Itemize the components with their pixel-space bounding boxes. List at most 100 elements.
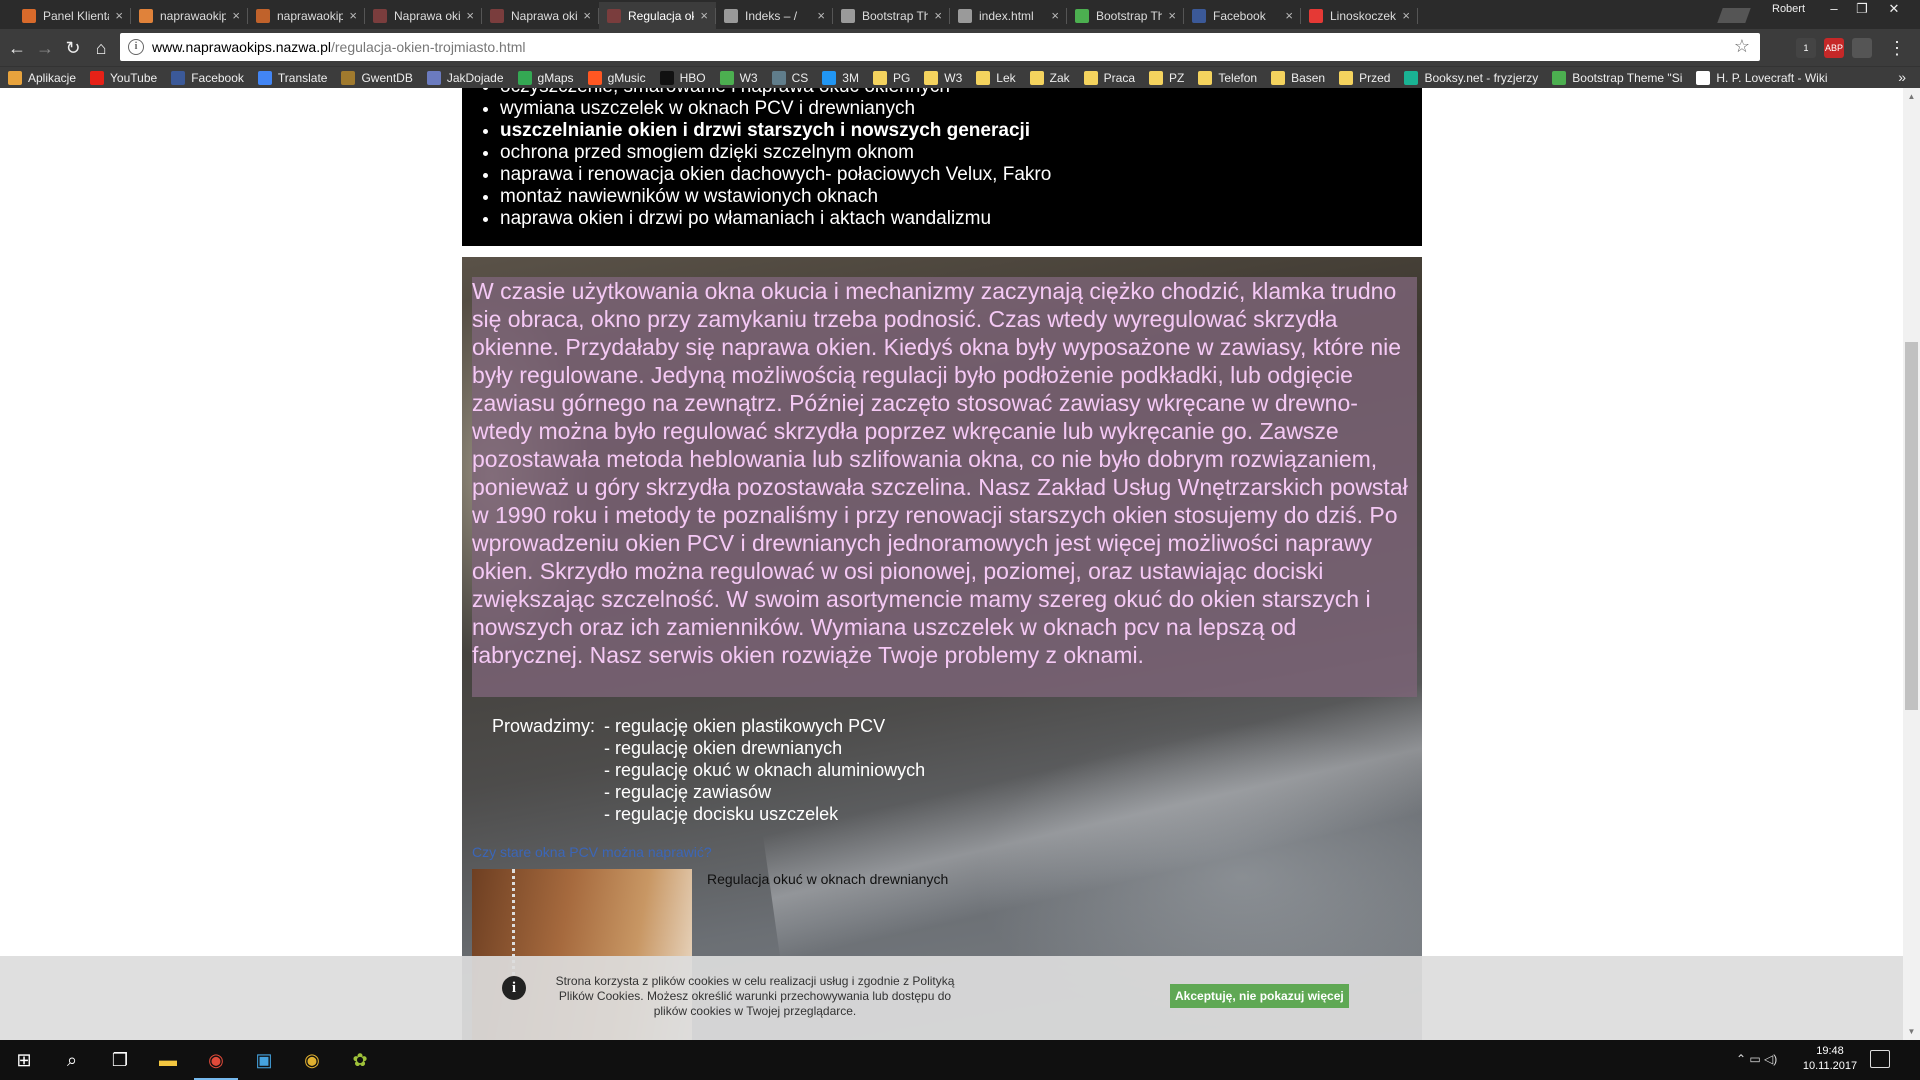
scroll-thumb[interactable] — [1905, 342, 1918, 710]
bookmark-item[interactable]: Facebook — [171, 70, 244, 85]
tab-4[interactable]: Naprawa okien × — [482, 2, 599, 29]
back-icon[interactable]: ← — [4, 35, 30, 61]
bookmark-item[interactable]: Aplikacje — [8, 70, 76, 85]
system-tray-icons[interactable]: ⌃ ▭ ◁) — [1736, 1052, 1777, 1066]
bookmark-label: gMusic — [607, 70, 646, 85]
bookmark-item[interactable]: JakDojade — [426, 70, 504, 85]
tab-close-icon[interactable]: × — [1051, 8, 1059, 23]
notifications-icon[interactable] — [1870, 1050, 1890, 1068]
bookmark-item[interactable]: Bootstrap Theme "Si — [1552, 70, 1682, 85]
close-window-icon[interactable]: ✕ — [1880, 0, 1908, 18]
reload-icon[interactable]: ↻ — [60, 35, 86, 61]
bookmark-item[interactable]: gMaps — [517, 70, 574, 85]
tab-favicon-icon — [1309, 8, 1323, 23]
bookmark-item[interactable]: CS — [771, 70, 808, 85]
offer-item: - regulację docisku uszczelek — [604, 804, 839, 824]
profile-name[interactable]: Robert — [1772, 3, 1805, 15]
bookmark-item[interactable]: PG — [872, 70, 910, 85]
bookmark-item[interactable]: GwentDB — [341, 70, 413, 85]
clock-date: 10.11.2017 — [1802, 1060, 1858, 1072]
tab-6[interactable]: Indeks – / × — [716, 2, 833, 29]
tab-close-icon[interactable]: × — [349, 8, 357, 23]
bookmarks-more-icon[interactable]: » — [1898, 69, 1906, 85]
extension-icon[interactable] — [1852, 38, 1872, 58]
tab-2[interactable]: naprawaokips × — [248, 2, 365, 29]
tab-9[interactable]: Bootstrap Them × — [1067, 2, 1184, 29]
tab-0[interactable]: Panel Klienta - × — [14, 2, 131, 29]
tab-close-icon[interactable]: × — [115, 8, 123, 23]
bookmark-label: Praca — [1103, 70, 1136, 85]
scroll-down-icon[interactable]: ▼ — [1903, 1023, 1920, 1040]
offer-list: - regulację okien plastikowych PCV - regu… — [604, 715, 1004, 825]
faq-link[interactable]: Czy stare okna PCV można naprawić? — [472, 844, 712, 860]
cookie-accept-button[interactable]: Akceptuję, nie pokazuj więcej — [1170, 984, 1349, 1008]
bookmark-item[interactable]: Basen — [1271, 70, 1325, 85]
bookmark-icon — [924, 70, 939, 85]
scrollbar[interactable]: ▲ ▼ — [1903, 88, 1920, 1040]
bookmark-item[interactable]: Lek — [976, 70, 1016, 85]
windows-start-icon[interactable]: ⊞ — [0, 1040, 48, 1080]
bookmark-label: GwentDB — [361, 70, 413, 85]
forward-icon[interactable]: → — [32, 35, 58, 61]
tab-5[interactable]: Regulacja okien × — [599, 2, 716, 29]
bookmark-item[interactable]: Przed — [1339, 70, 1390, 85]
bookmark-item[interactable]: W3 — [719, 70, 758, 85]
clock[interactable]: 19:48 10.11.2017 — [1800, 1044, 1860, 1074]
tab-close-icon[interactable]: × — [232, 8, 240, 23]
bookmark-star-icon[interactable]: ☆ — [1734, 36, 1750, 57]
bookmark-item[interactable]: Zak — [1029, 70, 1070, 85]
maximize-icon[interactable]: ❐ — [1848, 0, 1876, 18]
bookmark-icon — [90, 70, 105, 85]
tab-1[interactable]: naprawaokips × — [131, 2, 248, 29]
tab-7[interactable]: Bootstrap Them × — [833, 2, 950, 29]
bookmark-item[interactable]: HBO — [659, 70, 706, 85]
address-bar[interactable]: i www.naprawaokips.nazwa.pl/regulacja-ok… — [120, 33, 1760, 61]
url-host: www.naprawaokips.nazwa.pl — [152, 39, 331, 55]
bookmark-item[interactable]: gMusic — [587, 70, 646, 85]
minimize-icon[interactable]: – — [1820, 0, 1848, 18]
tab-close-icon[interactable]: × — [817, 8, 825, 23]
site-info-icon[interactable]: i — [128, 39, 144, 55]
tab-close-icon[interactable]: × — [466, 8, 474, 23]
tab-close-icon[interactable]: × — [1285, 8, 1293, 23]
tab-close-icon[interactable]: × — [700, 8, 708, 23]
bookmark-item[interactable]: 3M — [822, 70, 859, 85]
file-explorer-icon[interactable]: ▬ — [144, 1040, 192, 1080]
bookmark-item[interactable]: Booksy.net - fryzjerzy — [1404, 70, 1539, 85]
tab-favicon-icon — [22, 8, 36, 23]
tab-3[interactable]: Naprawa okien × — [365, 2, 482, 29]
tab-close-icon[interactable]: × — [583, 8, 591, 23]
bookmark-label: Translate — [277, 70, 328, 85]
menu-icon[interactable]: ⋮ — [1884, 35, 1910, 61]
tab-close-icon[interactable]: × — [934, 8, 942, 23]
tab-favicon-icon — [139, 8, 153, 23]
bookmark-label: Booksy.net - fryzjerzy — [1424, 70, 1539, 85]
chrome-icon[interactable]: ◉ — [192, 1040, 240, 1080]
intro-paragraph: W czasie użytkowania okna okucia i mecha… — [472, 278, 1408, 668]
tab-label: naprawaokips — [277, 8, 344, 23]
tab-close-icon[interactable]: × — [1402, 8, 1410, 23]
bookmark-item[interactable]: YouTube — [90, 70, 157, 85]
extension-icon[interactable]: ABP — [1824, 38, 1844, 58]
chrome-icon-2[interactable]: ◉ — [288, 1040, 336, 1080]
scroll-up-icon[interactable]: ▲ — [1903, 88, 1920, 105]
tab-close-icon[interactable]: × — [1168, 8, 1176, 23]
home-icon[interactable]: ⌂ — [88, 35, 114, 61]
page-viewport: oczyszczenie, smarowanie i naprawa okuć … — [0, 88, 1903, 1040]
tab-label: Naprawa okien — [394, 8, 461, 23]
new-tab-button[interactable] — [1717, 8, 1751, 23]
tab-11[interactable]: Linoskoczek × — [1301, 2, 1418, 29]
bookmark-item[interactable]: Translate — [257, 70, 328, 85]
app-icon-2[interactable]: ✿ — [336, 1040, 384, 1080]
app-icon[interactable]: ▣ — [240, 1040, 288, 1080]
bookmark-item[interactable]: H. P. Lovecraft - Wiki — [1696, 70, 1828, 85]
bookmark-item[interactable]: W3 — [924, 70, 962, 85]
tab-8[interactable]: index.html × — [950, 2, 1067, 29]
bookmark-item[interactable]: Praca — [1083, 70, 1136, 85]
tab-10[interactable]: Facebook × — [1184, 2, 1301, 29]
bookmark-item[interactable]: PZ — [1149, 70, 1184, 85]
task-view-icon[interactable]: ❐ — [96, 1040, 144, 1080]
bookmark-item[interactable]: Telefon — [1198, 70, 1257, 85]
search-icon[interactable]: ⌕ — [48, 1040, 96, 1080]
extension-icon[interactable]: 1 — [1796, 38, 1816, 58]
